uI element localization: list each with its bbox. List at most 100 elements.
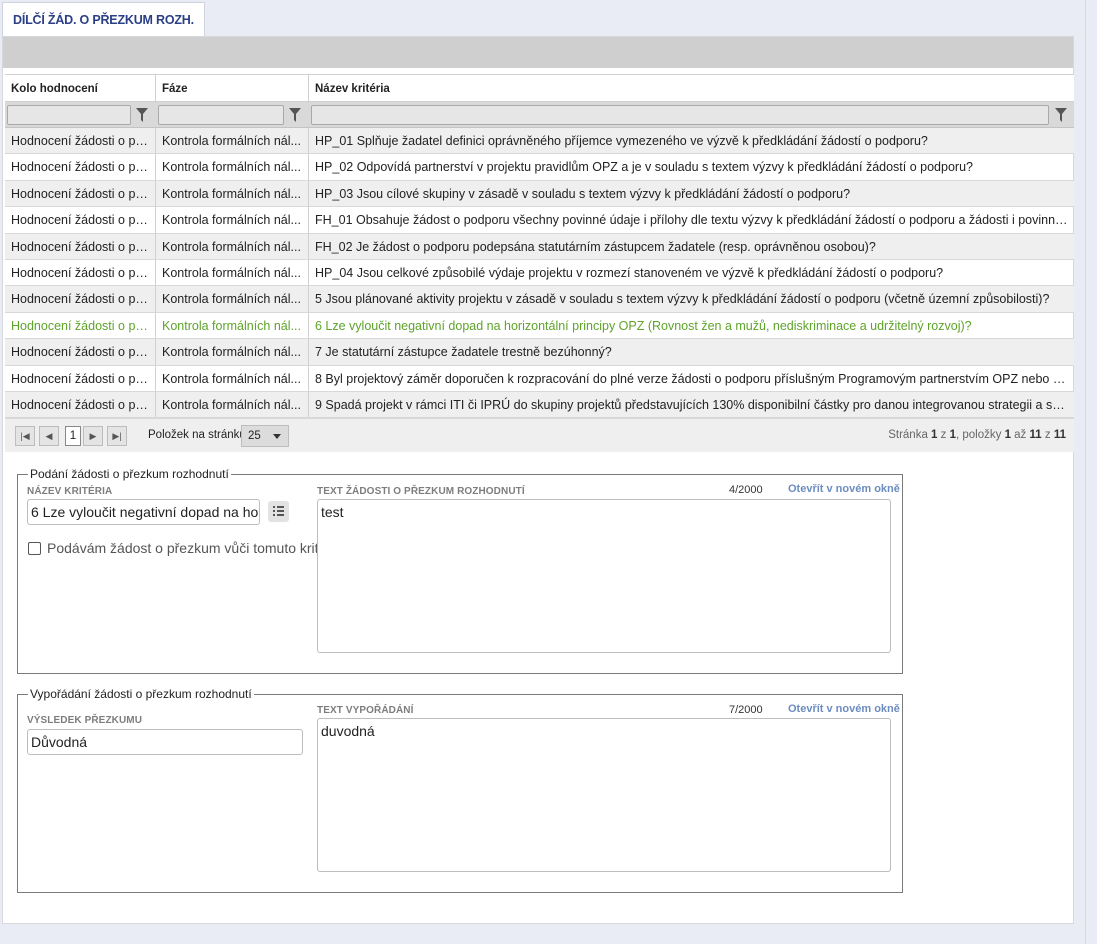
cell-phase: Kontrola formálních nál... bbox=[156, 207, 309, 233]
grid-filter-row bbox=[5, 102, 1074, 128]
settlement-fieldset: Vypořádání žádosti o přezkum rozhodnutí … bbox=[17, 687, 903, 893]
filter-icon[interactable] bbox=[1055, 108, 1067, 122]
settlement-text-label: TEXT VYPOŘÁDÁNÍ bbox=[317, 705, 414, 716]
next-page-icon: ▶ bbox=[89, 431, 97, 442]
settlement-text-area[interactable]: duvodná bbox=[317, 718, 891, 872]
cell-phase: Kontrola formálních nál... bbox=[156, 365, 309, 391]
request-text-counter: 4/2000 bbox=[729, 484, 763, 496]
pager-info-text: až bbox=[1010, 429, 1030, 442]
cell-round: Hodnocení žádosti o po... bbox=[5, 128, 156, 154]
first-page-button[interactable]: |◀ bbox=[15, 426, 35, 447]
table-row[interactable]: Hodnocení žádosti o po... Kontrola formál… bbox=[5, 128, 1074, 155]
cell-criterion: HP_04 Jsou celkové způsobilé výdaje proj… bbox=[315, 265, 944, 280]
grid-pager: |◀ ◀ 1 ▶ ▶| Položek na stránku 25 Stránk… bbox=[5, 418, 1074, 453]
cell-criterion: FH_01 Obsahuje žádost o podporu všechny … bbox=[315, 213, 1074, 228]
cell-round: Hodnocení žádosti o po... bbox=[5, 312, 156, 339]
right-edge bbox=[1085, 0, 1097, 944]
page-number[interactable]: 1 bbox=[65, 426, 81, 447]
column-header-criterion[interactable]: Název kritéria bbox=[309, 75, 1074, 101]
review-checkbox[interactable] bbox=[28, 542, 41, 555]
prev-page-icon: ◀ bbox=[45, 431, 53, 442]
cell-round: Hodnocení žádosti o po... bbox=[5, 259, 156, 286]
next-page-button[interactable]: ▶ bbox=[83, 426, 103, 447]
cell-criterion: HP_03 Jsou cílové skupiny v zásadě v sou… bbox=[315, 186, 851, 201]
panel-toolbar bbox=[3, 37, 1073, 68]
cell-phase: Kontrola formálních nál... bbox=[156, 154, 309, 180]
filter-icon[interactable] bbox=[136, 108, 148, 122]
review-result-field[interactable]: Důvodná bbox=[27, 729, 303, 755]
cell-criterion: 9 Spadá projekt v rámci ITI či IPRÚ do s… bbox=[315, 397, 1074, 412]
settlement-text-counter: 7/2000 bbox=[729, 704, 763, 716]
settlement-legend: Vypořádání žádosti o přezkum rozhodnutí bbox=[28, 687, 254, 701]
table-row[interactable]: Hodnocení žádosti o po... Kontrola formál… bbox=[5, 339, 1074, 366]
pager-info-text: , položky bbox=[955, 429, 1005, 442]
cell-criterion: 8 Byl projektový záměr doporučen k rozpr… bbox=[315, 371, 1074, 386]
cell-round: Hodnocení žádosti o po... bbox=[5, 365, 156, 391]
table-row[interactable]: Hodnocení žádosti o po... Kontrola formál… bbox=[5, 154, 1074, 181]
cell-phase: Kontrola formálních nál... bbox=[156, 312, 309, 339]
table-row[interactable]: Hodnocení žádosti o po... Kontrola formál… bbox=[5, 180, 1074, 208]
chevron-down-icon bbox=[273, 434, 281, 440]
table-row[interactable]: Hodnocení žádosti o po... Kontrola formál… bbox=[5, 233, 1074, 260]
cell-phase: Kontrola formálních nál... bbox=[156, 286, 309, 312]
column-header-round[interactable]: Kolo hodnocení bbox=[5, 75, 156, 101]
cell-criterion: HP_02 Odpovídá partnerství v projektu pr… bbox=[315, 160, 973, 175]
request-text-label: TEXT ŽÁDOSTI O PŘEZKUM ROZHODNUTÍ bbox=[317, 486, 525, 497]
table-row[interactable]: Hodnocení žádosti o po... Kontrola formál… bbox=[5, 391, 1074, 419]
grid-header: Kolo hodnocení Fáze Název kritéria bbox=[5, 74, 1074, 102]
cell-phase: Kontrola formálních nál... bbox=[156, 391, 309, 418]
cell-phase: Kontrola formálních nál... bbox=[156, 128, 309, 154]
table-row[interactable]: Hodnocení žádosti o po... Kontrola formál… bbox=[5, 207, 1074, 234]
filter-input-phase[interactable] bbox=[158, 105, 284, 125]
pager-info-text: z bbox=[937, 429, 950, 442]
cell-phase: Kontrola formálních nál... bbox=[156, 339, 309, 365]
cell-phase: Kontrola formálních nál... bbox=[156, 259, 309, 286]
cell-criterion: HP_01 Splňuje žadatel definici oprávněné… bbox=[315, 134, 928, 148]
pager-info-text: z bbox=[1041, 429, 1054, 442]
last-page-button[interactable]: ▶| bbox=[107, 426, 127, 447]
review-checkbox-label: Podávám žádost o přezkum vůči tomuto kri… bbox=[47, 540, 317, 556]
review-result-label: VÝSLEDEK PŘEZKUMU bbox=[27, 715, 143, 726]
cell-phase: Kontrola formálních nál... bbox=[156, 180, 309, 207]
cell-criterion: 7 Je statutární zástupce žadatele trestn… bbox=[315, 345, 612, 360]
criteria-grid: Kolo hodnocení Fáze Název kritéria Hodno… bbox=[5, 74, 1074, 453]
filter-cell-round bbox=[5, 102, 156, 127]
list-icon[interactable] bbox=[268, 501, 289, 522]
filter-icon[interactable] bbox=[289, 108, 301, 122]
criterion-name-field[interactable]: 6 Lze vyloučit negativní dopad na hori..… bbox=[27, 499, 260, 525]
main-panel: Kolo hodnocení Fáze Název kritéria Hodno… bbox=[2, 36, 1074, 924]
request-open-new-window-link[interactable]: Otevřít v novém okně bbox=[788, 483, 900, 495]
settlement-open-new-window-link[interactable]: Otevřít v novém okně bbox=[788, 703, 900, 715]
per-page-value: 25 bbox=[248, 430, 261, 443]
table-row[interactable]: Hodnocení žádosti o po... Kontrola formál… bbox=[5, 286, 1074, 313]
filter-input-criterion[interactable] bbox=[311, 105, 1049, 125]
pager-info: Stránka 1 z 1, položky 1 až 11 z 11 bbox=[888, 429, 1066, 441]
cell-round: Hodnocení žádosti o po... bbox=[5, 154, 156, 180]
cell-phase: Kontrola formálních nál... bbox=[156, 233, 309, 259]
cell-criterion: FH_02 Je žádost o podporu podepsána stat… bbox=[315, 239, 876, 254]
filter-cell-phase bbox=[156, 102, 309, 127]
grid-body: Hodnocení žádosti o po... Kontrola formál… bbox=[5, 128, 1074, 419]
cell-round: Hodnocení žádosti o po... bbox=[5, 286, 156, 312]
cell-criterion: 5 Jsou plánované aktivity projektu v zás… bbox=[315, 292, 1050, 307]
cell-round: Hodnocení žádosti o po... bbox=[5, 339, 156, 365]
per-page-select[interactable]: 25 bbox=[241, 425, 289, 448]
prev-page-button[interactable]: ◀ bbox=[39, 426, 59, 447]
filter-cell-criterion bbox=[309, 102, 1074, 127]
tab-review-request[interactable]: DÍLČÍ ŽÁD. O PŘEZKUM ROZH. bbox=[2, 2, 205, 36]
table-row[interactable]: Hodnocení žádosti o po... Kontrola formál… bbox=[5, 365, 1074, 392]
table-row[interactable]: Hodnocení žádosti o po... Kontrola formál… bbox=[5, 259, 1074, 287]
criterion-name-label: NÁZEV KRITÉRIA bbox=[27, 486, 113, 497]
table-row[interactable]: Hodnocení žádosti o po... Kontrola formál… bbox=[5, 312, 1074, 340]
tab-bar: DÍLČÍ ŽÁD. O PŘEZKUM ROZH. bbox=[0, 0, 1090, 36]
column-header-phase[interactable]: Fáze bbox=[156, 75, 309, 101]
review-request-fieldset: Podání žádosti o přezkum rozhodnutí NÁZE… bbox=[17, 467, 903, 674]
cell-round: Hodnocení žádosti o po... bbox=[5, 207, 156, 233]
cell-round: Hodnocení žádosti o po... bbox=[5, 233, 156, 259]
review-request-legend: Podání žádosti o přezkum rozhodnutí bbox=[28, 467, 231, 481]
last-page-icon: ▶| bbox=[112, 431, 122, 442]
pager-items-to: 11 bbox=[1029, 429, 1042, 442]
filter-input-round[interactable] bbox=[7, 105, 131, 125]
per-page-label: Položek na stránku bbox=[148, 429, 246, 442]
request-text-area[interactable]: test bbox=[317, 499, 891, 653]
